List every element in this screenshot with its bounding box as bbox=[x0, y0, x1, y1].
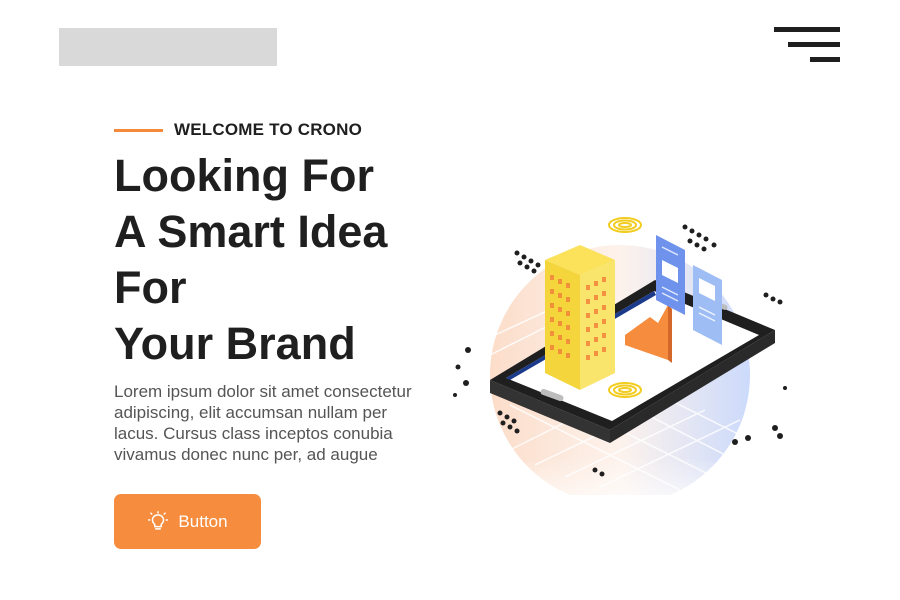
logo-placeholder bbox=[59, 28, 277, 66]
headline-line: For bbox=[114, 262, 187, 313]
eyebrow-accent-line bbox=[114, 128, 163, 132]
headline-line: Your Brand bbox=[114, 318, 356, 369]
eyebrow: WELCOME TO CRONO bbox=[114, 120, 362, 140]
description-line: vivamus donec nunc per, ad augue bbox=[114, 445, 378, 464]
cta-button-label: Button bbox=[178, 511, 228, 531]
menu-line bbox=[788, 42, 840, 47]
description-line: adipiscing, elit accumsan nullam per bbox=[114, 403, 388, 422]
menu-line bbox=[774, 27, 840, 32]
hero-description: Lorem ipsum dolor sit amet consectetur a… bbox=[114, 381, 444, 465]
hero-illustration bbox=[453, 217, 787, 495]
description-line: Lorem ipsum dolor sit amet consectetur bbox=[114, 382, 412, 401]
description-line: lacus. Cursus class inceptos conubia bbox=[114, 424, 393, 443]
cta-button[interactable]: Button bbox=[114, 494, 261, 549]
lightbulb-icon bbox=[148, 510, 169, 530]
headline-line: A Smart Idea bbox=[114, 206, 388, 257]
eyebrow-text: WELCOME TO CRONO bbox=[174, 120, 362, 139]
headline-line: Looking For bbox=[114, 150, 374, 201]
building-icon bbox=[545, 245, 615, 390]
hamburger-menu-icon[interactable] bbox=[772, 25, 842, 65]
menu-line bbox=[810, 57, 840, 62]
hero-headline: Looking For A Smart Idea For Your Brand bbox=[114, 148, 454, 372]
